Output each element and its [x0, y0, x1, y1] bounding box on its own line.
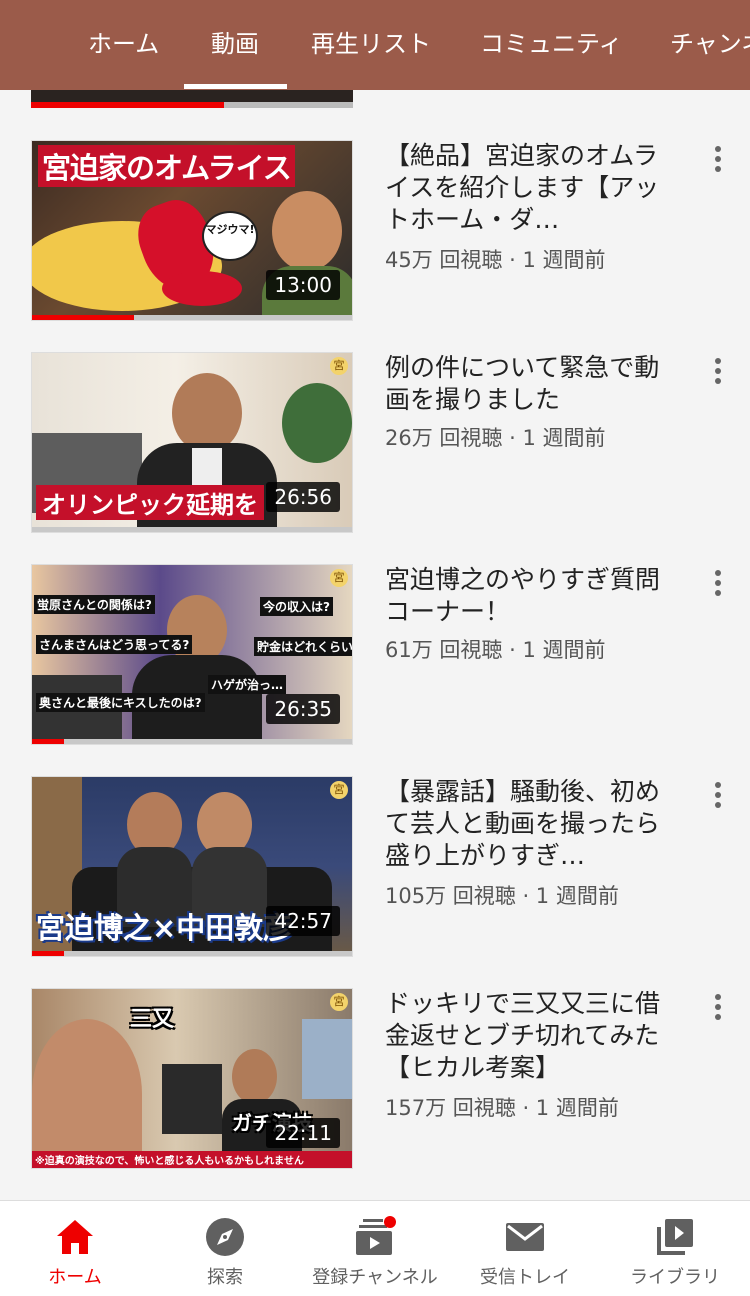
tab-videos[interactable]: 動画: [211, 0, 259, 90]
video-item[interactable]: 宮 宮迫博之×中田敦彦 42:57 【暴露話】騒動後、初めて芸人と動画を撮ったら…: [0, 776, 750, 957]
video-thumbnail[interactable]: マジウマ! 宮迫家のオムライス 13:00: [31, 140, 353, 321]
video-meta: 26万 回視聴 · 1 週間前: [385, 426, 606, 450]
duration-badge: 22:11: [266, 1118, 340, 1148]
video-title[interactable]: 【絶品】宮迫家のオムライスを紹介します【アットホーム・ダ…: [385, 140, 675, 236]
thumbnail-label: 三又: [130, 1007, 175, 1032]
tab-playlists[interactable]: 再生リスト: [311, 0, 431, 90]
nav-label: 登録チャンネル: [312, 1267, 438, 1288]
more-options-icon[interactable]: [708, 358, 728, 386]
thumbnail-bubble: 蛍原さんとの関係は?: [34, 595, 155, 614]
tab-channels[interactable]: チャンネル: [670, 0, 750, 90]
compass-icon: [206, 1218, 244, 1256]
thumbnail-bubble: 奥さんと最後にキスしたのは?: [36, 693, 205, 712]
nav-inbox[interactable]: 受信トレイ: [450, 1201, 600, 1296]
nav-subscriptions[interactable]: 登録チャンネル: [300, 1201, 450, 1296]
channel-badge-icon: 宮: [330, 569, 348, 587]
library-icon: [657, 1219, 693, 1255]
tab-community[interactable]: コミュニティ: [480, 0, 623, 90]
watch-progress-bar: [31, 102, 353, 108]
video-item[interactable]: マジウマ! 宮迫家のオムライス 13:00 【絶品】宮迫家のオムライスを紹介しま…: [0, 140, 750, 321]
watch-progress-bar: [32, 739, 352, 744]
nav-label: 探索: [207, 1267, 243, 1288]
thumbnail-bubble: ハゲが治っ…: [208, 675, 287, 694]
tab-home[interactable]: ホーム: [88, 0, 159, 90]
nav-library[interactable]: ライブラリ: [600, 1201, 750, 1296]
channel-badge-icon: 宮: [330, 781, 348, 799]
video-title[interactable]: 【暴露話】騒動後、初めて芸人と動画を撮ったら盛り上がりすぎ…: [385, 776, 675, 872]
video-list[interactable]: マジウマ! 宮迫家のオムライス 13:00 【絶品】宮迫家のオムライスを紹介しま…: [0, 90, 750, 1200]
bottom-navigation: ホーム 探索 登録チャンネル 受信トレイ ライブラリ: [0, 1200, 750, 1296]
more-options-icon[interactable]: [708, 782, 728, 810]
duration-badge: 13:00: [266, 270, 340, 300]
active-tab-indicator: [184, 84, 287, 89]
video-title[interactable]: 例の件について緊急で動画を撮りました: [385, 352, 675, 416]
thumbnail-title-text: 宮迫博之×中田敦彦: [36, 911, 293, 945]
more-options-icon[interactable]: [708, 994, 728, 1022]
home-icon: [57, 1220, 93, 1254]
more-options-icon[interactable]: [708, 146, 728, 174]
nav-label: ホーム: [48, 1267, 102, 1288]
video-title[interactable]: ドッキリで三又又三に借金返せとブチ切れてみた【ヒカル考案】: [385, 988, 675, 1084]
watch-progress-bar: [32, 315, 352, 320]
video-item[interactable]: 宮 蛍原さんとの関係は? 今の収入は? さんまさんはどう思ってる? 貯金はどれく…: [0, 564, 750, 745]
duration-badge: 42:57: [266, 906, 340, 936]
more-options-icon[interactable]: [708, 570, 728, 598]
channel-tab-bar: ホーム 動画 再生リスト コミュニティ チャンネル: [0, 0, 750, 90]
subscriptions-icon: [356, 1216, 396, 1255]
thumbnail-title-text: 宮迫家のオムライス: [38, 145, 295, 187]
nav-label: ライブラリ: [630, 1267, 720, 1288]
video-thumbnail[interactable]: 宮 三又 ガチ演技 ※迫真の演技なので、怖いと感じる人もいるかもしれません 22…: [31, 988, 353, 1169]
watch-progress-bar: [32, 951, 352, 956]
watch-progress-bar: [32, 527, 352, 532]
thumbnail-bubble: 今の収入は?: [260, 597, 333, 616]
channel-badge-icon: 宮: [330, 357, 348, 375]
video-item[interactable]: 宮 オリンピック延期を 26:56 例の件について緊急で動画を撮りました 26万…: [0, 352, 750, 533]
video-meta: 157万 回視聴 · 1 週間前: [385, 1096, 619, 1120]
video-thumbnail[interactable]: 宮 蛍原さんとの関係は? 今の収入は? さんまさんはどう思ってる? 貯金はどれく…: [31, 564, 353, 745]
nav-home[interactable]: ホーム: [0, 1201, 150, 1296]
nav-label: 受信トレイ: [480, 1267, 570, 1288]
thumbnail-bubble: さんまさんはどう思ってる?: [36, 635, 193, 654]
nav-explore[interactable]: 探索: [150, 1201, 300, 1296]
thumbnail-bubble: 貯金はどれくらい?: [254, 637, 352, 656]
video-meta: 45万 回視聴 · 1 週間前: [385, 248, 606, 272]
thumbnail-caption: ※迫真の演技なので、怖いと感じる人もいるかもしれません: [32, 1151, 352, 1168]
thumbnail-sticker: マジウマ!: [202, 211, 258, 261]
video-meta: 105万 回視聴 · 1 週間前: [385, 884, 619, 908]
video-title[interactable]: 宮迫博之のやりすぎ質問コーナー！: [385, 564, 675, 628]
duration-badge: 26:35: [266, 694, 340, 724]
inbox-icon: [506, 1223, 544, 1251]
video-meta: 61万 回視聴 · 1 週間前: [385, 638, 606, 662]
duration-badge: 26:56: [266, 482, 340, 512]
video-thumbnail[interactable]: 宮 宮迫博之×中田敦彦 42:57: [31, 776, 353, 957]
thumbnail-title-text: オリンピック延期を: [36, 485, 264, 520]
video-item[interactable]: 宮 三又 ガチ演技 ※迫真の演技なので、怖いと感じる人もいるかもしれません 22…: [0, 988, 750, 1169]
channel-badge-icon: 宮: [330, 993, 348, 1011]
video-thumbnail[interactable]: 宮 オリンピック延期を 26:56: [31, 352, 353, 533]
